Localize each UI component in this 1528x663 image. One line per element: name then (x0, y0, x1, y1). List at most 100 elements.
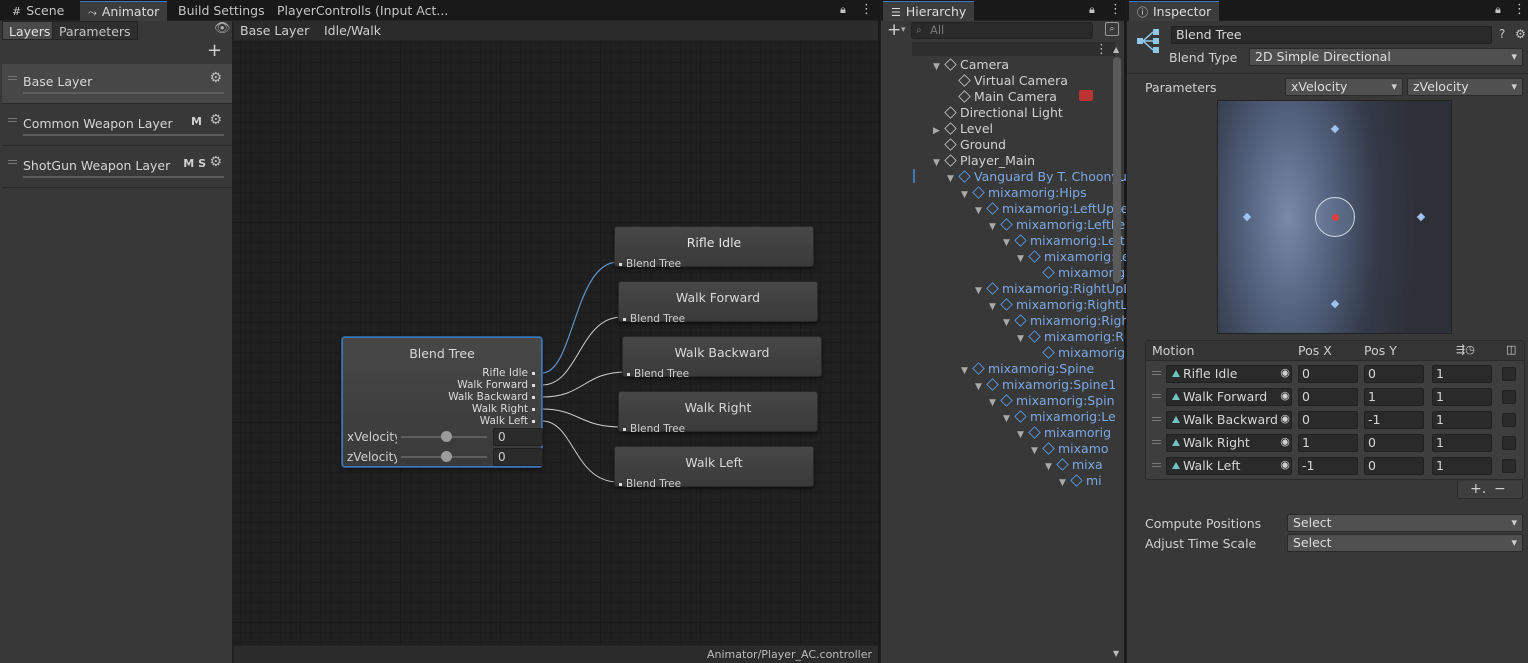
add-motion-button[interactable]: +. (1470, 481, 1486, 497)
layer-shotgun-weapon[interactable]: ShotGun Weapon Layer M S ⚙ (2, 148, 232, 188)
drag-handle-icon[interactable] (8, 118, 17, 122)
hierarchy-row[interactable]: ▼ mixamorig:Spine (961, 361, 1094, 377)
expand-arrow-icon[interactable]: ▼ (961, 187, 973, 203)
hierarchy-row[interactable]: ▼ mixamorig:RightL (989, 297, 1127, 313)
mirror-checkbox[interactable] (1502, 459, 1516, 473)
object-picker-icon[interactable]: ◉ (1277, 411, 1293, 427)
chevron-down-icon[interactable]: ▾ (901, 25, 906, 35)
hierarchy-row[interactable]: mixamorig (1031, 345, 1125, 361)
kebab-menu-icon[interactable]: ⋮ (860, 2, 873, 17)
pos-x-field[interactable]: -1 (1298, 457, 1358, 475)
drag-handle-icon[interactable] (8, 160, 17, 164)
lock-icon[interactable]: 🔒︎ (1089, 3, 1095, 17)
lock-icon[interactable]: 🔒︎ (1495, 3, 1501, 17)
hierarchy-row[interactable]: ▼ mixamorig:Spin (989, 393, 1115, 409)
gear-icon[interactable]: ⚙ (209, 70, 222, 86)
object-picker-icon[interactable]: ◉ (1277, 365, 1293, 381)
output-rifle-idle[interactable]: Rifle Idle (482, 367, 535, 379)
hierarchy-row[interactable]: ▼ mixamorig:RightUpL (975, 281, 1130, 297)
hierarchy-row[interactable]: Ground (933, 137, 1006, 153)
tab-player-controls[interactable]: PlayerControlls (Input Act... (269, 1, 456, 21)
hierarchy-row[interactable]: ▼ mixamo (1031, 441, 1109, 457)
scroll-up-icon[interactable]: ▲ (1113, 45, 1119, 54)
pos-x-field[interactable]: 1 (1298, 434, 1358, 452)
search-options-icon[interactable]: ⌕ (1105, 22, 1119, 36)
help-icon[interactable]: ? (1499, 27, 1505, 41)
output-walk-right[interactable]: Walk Right (472, 403, 535, 415)
node-walk-forward[interactable]: Walk Forward Blend Tree (618, 281, 818, 325)
hierarchy-row[interactable]: ▶ Level (933, 121, 993, 137)
speed-field[interactable]: 1 (1432, 411, 1492, 429)
node-walk-backward[interactable]: Walk Backward Blend Tree (622, 336, 822, 380)
param-x-dropdown[interactable]: xVelocity (1285, 78, 1403, 96)
expand-arrow-icon[interactable]: ▼ (975, 379, 987, 395)
hierarchy-row[interactable]: mixamorig (1031, 265, 1125, 281)
pos-y-field[interactable]: 1 (1364, 388, 1424, 406)
create-button[interactable]: + (887, 20, 901, 40)
expand-arrow-icon[interactable]: ▼ (1045, 459, 1057, 475)
expand-arrow-icon[interactable]: ▼ (975, 283, 987, 299)
scene-menu-icon[interactable]: ⋮ (1095, 42, 1108, 57)
tab-layers[interactable]: Layers (2, 21, 58, 40)
object-picker-icon[interactable]: ◉ (1277, 457, 1293, 473)
expand-arrow-icon[interactable]: ▼ (1017, 427, 1029, 443)
expand-arrow-icon[interactable]: ▼ (933, 155, 945, 171)
expand-arrow-icon[interactable]: ▼ (1003, 315, 1015, 331)
animator-graph[interactable]: Base Layer Idle/Walk Blend Tree Rifle Id… (234, 21, 878, 663)
motion-point-forward[interactable] (1330, 124, 1340, 134)
motion-field[interactable]: Walk Backward (1166, 411, 1292, 429)
hierarchy-row[interactable]: Main Camera (947, 89, 1057, 105)
object-picker-icon[interactable]: ◉ (1277, 388, 1293, 404)
pos-x-field[interactable]: 0 (1298, 411, 1358, 429)
mirror-checkbox[interactable] (1502, 413, 1516, 427)
expand-arrow-icon[interactable]: ▼ (989, 395, 1001, 411)
pos-x-field[interactable]: 0 (1298, 388, 1358, 406)
hierarchy-row[interactable]: ▼ Player_Main (933, 153, 1035, 169)
output-walk-backward[interactable]: Walk Backward (448, 391, 535, 403)
slider-knob[interactable] (441, 431, 452, 442)
node-rifle-idle[interactable]: Rifle Idle Blend Tree (614, 226, 814, 270)
kebab-menu-icon[interactable]: ⋮ (1513, 2, 1526, 17)
gear-icon[interactable]: ⚙ (209, 112, 222, 128)
pos-y-field[interactable]: -1 (1364, 411, 1424, 429)
add-layer-button[interactable]: + (207, 40, 222, 61)
param-y-dropdown[interactable]: zVelocity (1407, 78, 1523, 96)
output-walk-left[interactable]: Walk Left (480, 415, 535, 427)
node-walk-left[interactable]: Walk Left Blend Tree (614, 446, 814, 490)
expand-arrow-icon[interactable]: ▼ (975, 203, 987, 219)
pos-y-field[interactable]: 0 (1364, 365, 1424, 383)
hierarchy-row[interactable]: ▼ mixamorig:Spine1 (975, 377, 1116, 393)
mirror-checkbox[interactable] (1502, 367, 1516, 381)
drag-handle-icon[interactable] (1152, 417, 1161, 421)
motion-field[interactable]: Walk Right (1166, 434, 1292, 452)
object-name-field[interactable]: Blend Tree (1171, 26, 1492, 44)
adjust-time-scale-dropdown[interactable]: Select (1287, 534, 1523, 552)
compute-positions-dropdown[interactable]: Select (1287, 514, 1523, 532)
motion-field[interactable]: Rifle Idle (1166, 365, 1292, 383)
xvelocity-field[interactable]: 0 (493, 428, 543, 446)
hierarchy-row[interactable]: ▼ mixamorig:Hips (961, 185, 1087, 201)
tab-parameters[interactable]: Parameters (52, 21, 138, 40)
expand-arrow-icon[interactable]: ▼ (1017, 331, 1029, 347)
expand-arrow-icon[interactable]: ▼ (961, 363, 973, 379)
zvelocity-field[interactable]: 0 (493, 448, 543, 466)
expand-arrow-icon[interactable]: ▼ (989, 219, 1001, 235)
hierarchy-row[interactable]: ▼ mixamorig:Left (1003, 233, 1125, 249)
drag-handle-icon[interactable] (1152, 463, 1161, 467)
motion-point-right[interactable] (1416, 212, 1426, 222)
lock-icon[interactable]: 🔒︎ (840, 3, 846, 17)
speed-field[interactable]: 1 (1432, 457, 1492, 475)
settings-icon[interactable]: ⚙ (1515, 27, 1526, 41)
drag-handle-icon[interactable] (8, 76, 17, 80)
expand-arrow-icon[interactable]: ▼ (1003, 235, 1015, 251)
hierarchy-row[interactable]: ▼ mixamorig:R (1017, 329, 1124, 345)
scroll-down-icon[interactable]: ▼ (1113, 649, 1119, 658)
mirror-checkbox[interactable] (1502, 390, 1516, 404)
remove-motion-button[interactable]: − (1494, 481, 1506, 497)
hierarchy-row[interactable]: ▼ mixamorig:LeftUpLe (975, 201, 1128, 217)
expand-arrow-icon[interactable]: ▼ (989, 299, 1001, 315)
drag-handle-icon[interactable] (1152, 371, 1161, 375)
node-walk-right[interactable]: Walk Right Blend Tree (618, 391, 818, 435)
speed-field[interactable]: 1 (1432, 434, 1492, 452)
hierarchy-row[interactable]: ▼ Vanguard By T. Choonyu (947, 169, 1127, 185)
